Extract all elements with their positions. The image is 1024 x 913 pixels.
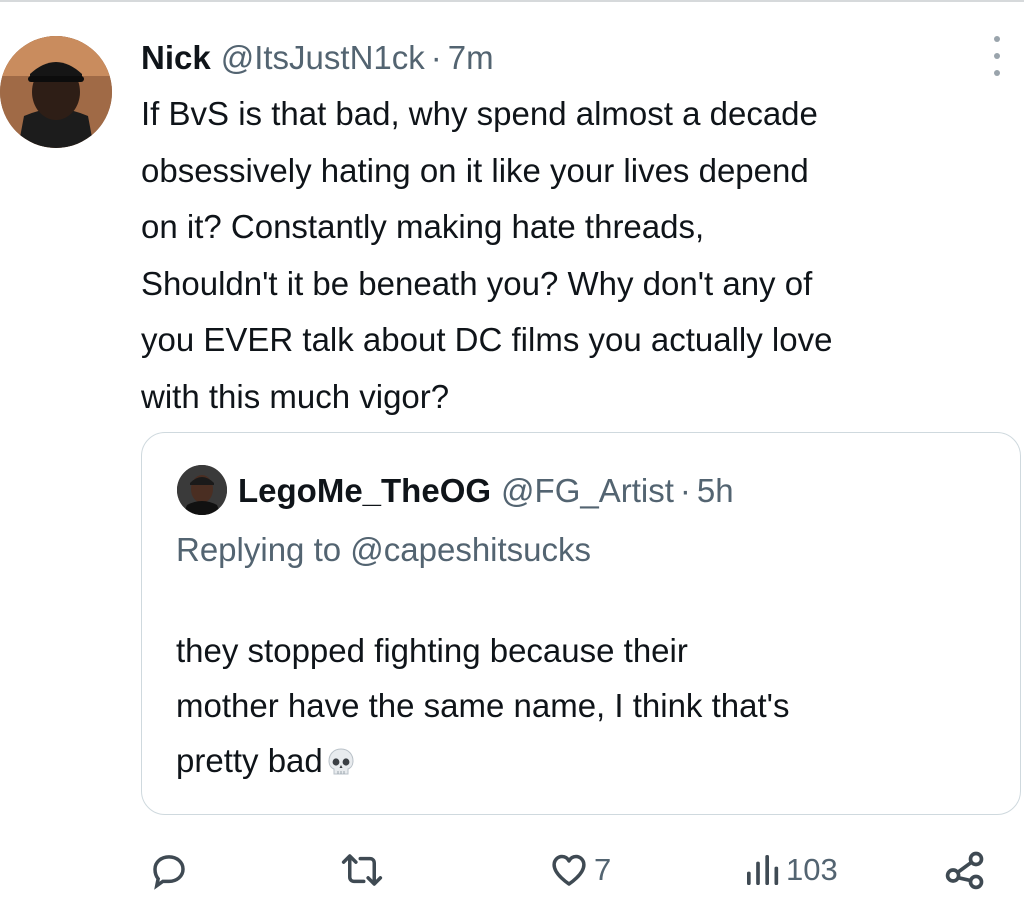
top-divider <box>0 0 1024 2</box>
like-button[interactable]: 7 <box>548 840 611 900</box>
quoted-author-name[interactable]: LegoMe_TheOG <box>238 472 491 510</box>
views-button[interactable]: 103 <box>742 840 838 900</box>
skull-icon <box>325 739 357 794</box>
share-icon <box>942 848 988 892</box>
author-handle[interactable]: @ItsJustN1ck <box>221 39 425 77</box>
tweet-timestamp[interactable]: 7m <box>448 39 494 77</box>
retweet-icon <box>339 849 385 891</box>
separator-dot: · <box>430 39 442 76</box>
views-icon <box>742 849 782 891</box>
tweet-header: Nick @ItsJustN1ck · 7m <box>141 32 494 84</box>
author-name[interactable]: Nick <box>141 39 211 77</box>
tweet-text-line: with this much vigor? <box>141 377 450 415</box>
separator-dot: · <box>679 472 691 509</box>
quoted-author-avatar[interactable] <box>177 465 227 515</box>
reply-icon <box>148 849 190 891</box>
quoted-text-line: mother have the same name, I think that'… <box>176 687 790 724</box>
quoted-author-handle[interactable]: @FG_Artist <box>501 472 674 510</box>
tweet-text: If BvS is that bad, why spend almost a d… <box>141 86 1011 425</box>
quoted-text-line: pretty bad <box>176 733 976 794</box>
author-avatar[interactable] <box>0 36 112 148</box>
tweet-text-line: obsessively hating on it like your lives… <box>141 151 809 189</box>
quoted-tweet-text: they stopped fighting because their moth… <box>176 623 976 794</box>
quoted-text-line: they stopped fighting because their <box>176 632 688 669</box>
quoted-tweet-header: LegoMe_TheOG @FG_Artist · 5h <box>238 467 734 515</box>
quoted-text-line-content: pretty bad <box>176 742 323 779</box>
quoted-tweet-card[interactable]: LegoMe_TheOG @FG_Artist · 5h Replying to… <box>141 432 1021 815</box>
tweet-text-line: on it? Constantly making hate threads, <box>141 208 705 245</box>
heart-icon <box>548 849 590 891</box>
replying-to[interactable]: Replying to @capeshitsucks <box>176 531 591 569</box>
tweet-text-line: you EVER talk about DC films you actuall… <box>141 321 833 358</box>
views-count: 103 <box>786 852 838 887</box>
action-bar: 7 103 <box>0 840 1024 900</box>
like-count: 7 <box>594 852 612 887</box>
tweet-text-line: If BvS is that bad, why spend almost a d… <box>141 95 818 132</box>
reply-button[interactable] <box>148 840 190 900</box>
tweet-text-line: Shouldn't it be beneath you? Why don't a… <box>141 264 813 302</box>
quoted-tweet-timestamp[interactable]: 5h <box>697 472 734 510</box>
more-options-icon[interactable] <box>984 36 1010 76</box>
retweet-button[interactable] <box>339 840 385 900</box>
share-button[interactable] <box>942 840 988 900</box>
